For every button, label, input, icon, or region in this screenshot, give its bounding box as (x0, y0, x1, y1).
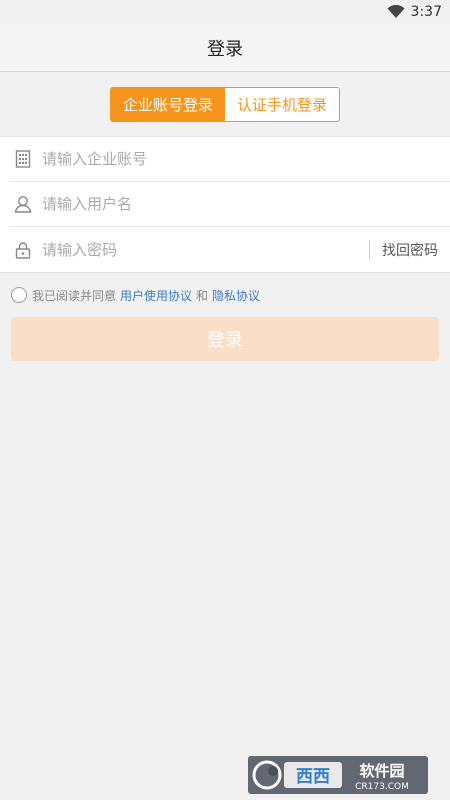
status-time: 3:37 (410, 4, 442, 20)
agree-checkbox[interactable] (11, 287, 27, 303)
password-row: 找回密码 (10, 227, 450, 272)
svg-text:软件园: 软件园 (359, 762, 404, 780)
svg-text:西西: 西西 (296, 767, 330, 787)
tab-enterprise-login[interactable]: 企业账号登录 (111, 87, 225, 121)
agreement-row: 我已阅读并同意 用户使用协议 和 隐私协议 (0, 273, 450, 317)
status-bar: 3:37 (0, 0, 450, 24)
login-button[interactable]: 登录 (11, 317, 439, 361)
company-account-input[interactable] (42, 137, 450, 181)
company-account-row (10, 137, 450, 182)
lock-icon (12, 239, 34, 261)
user-agreement-link[interactable]: 用户使用协议 (120, 287, 192, 304)
login-type-tabs: 企业账号登录 认证手机登录 (0, 72, 450, 136)
wifi-icon (387, 5, 405, 18)
building-icon (12, 148, 34, 170)
password-input[interactable] (42, 227, 369, 272)
find-password-link[interactable]: 找回密码 (369, 239, 450, 260)
watermark-logo: 西西 软件园 CR173.COM (248, 756, 428, 794)
login-form: 找回密码 (0, 136, 450, 273)
username-input[interactable] (42, 182, 450, 226)
username-row (10, 182, 450, 227)
user-icon (12, 193, 34, 215)
svg-text:CR173.COM: CR173.COM (355, 782, 409, 792)
agreement-prefix: 我已阅读并同意 (32, 288, 117, 303)
nav-bar: 登录 (0, 24, 450, 72)
page-title: 登录 (207, 38, 243, 60)
privacy-agreement-link[interactable]: 隐私协议 (212, 287, 260, 304)
agreement-and: 和 (196, 288, 209, 303)
tab-phone-login[interactable]: 认证手机登录 (225, 87, 339, 121)
segmented-control: 企业账号登录 认证手机登录 (110, 86, 340, 122)
